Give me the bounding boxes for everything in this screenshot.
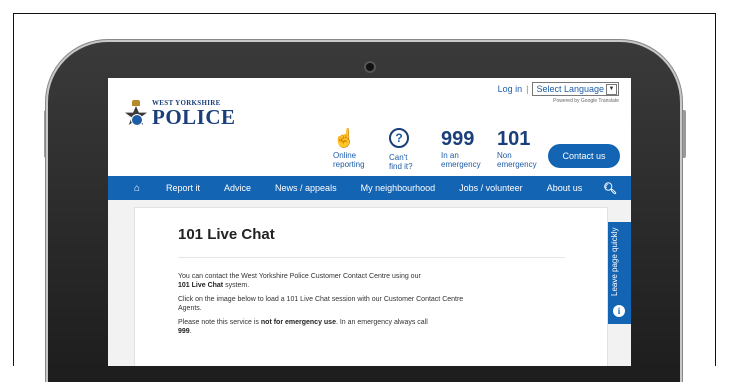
emergency-note-paragraph: Please note this service is not for emer…	[178, 319, 428, 335]
browser-screen: Log in | Select Language ▼ Powered by Go…	[108, 78, 631, 366]
login-link[interactable]: Log in	[498, 84, 523, 94]
nav-item-news-appeals[interactable]: News / appeals	[263, 183, 349, 193]
camera-icon	[366, 63, 374, 71]
intro-paragraph: You can contact the West Yorkshire Polic…	[178, 273, 421, 289]
contact-us-button[interactable]: Contact us	[548, 144, 620, 168]
page-title: 101 Live Chat	[178, 226, 275, 243]
crest-icon	[124, 100, 148, 128]
divider	[178, 257, 565, 258]
nav-item-advice[interactable]: Advice	[212, 183, 263, 193]
nav-item-my-neighbourhood[interactable]: My neighbourhood	[349, 183, 448, 193]
online-reporting-link[interactable]: ☝ Online reporting	[333, 128, 365, 169]
search-icon[interactable]: 🔍︎	[603, 182, 617, 195]
cant-find-it-link[interactable]: ? Can't find it?	[389, 128, 413, 171]
home-icon[interactable]: ⌂	[134, 183, 144, 194]
language-select-value: Select Language	[536, 84, 604, 94]
powered-by-translate: Powered by Google Translate	[553, 98, 619, 104]
main-content: 101 Live Chat You can contact the West Y…	[134, 207, 608, 366]
police-logo[interactable]: WEST YORKSHIRE POLICE	[124, 100, 236, 128]
leave-page-quickly-tab[interactable]: Leave page quickly i	[608, 222, 631, 324]
logo-title: POLICE	[152, 105, 236, 129]
hand-pointer-icon: ☝	[333, 128, 356, 148]
non-emergency-number: 101	[497, 128, 531, 150]
separator: |	[526, 84, 529, 94]
main-nav: ⌂ Report it Advice News / appeals My nei…	[108, 176, 631, 200]
nav-item-jobs-volunteer[interactable]: Jobs / volunteer	[447, 183, 535, 193]
language-select[interactable]: Select Language ▼	[532, 82, 619, 96]
nav-item-about-us[interactable]: About us	[535, 183, 595, 193]
emergency-number: 999	[441, 128, 475, 150]
non-emergency-101-link[interactable]: 101 Non emergency	[497, 128, 537, 169]
instructions-paragraph: Click on the image below to load a 101 L…	[178, 296, 464, 312]
dropdown-arrow-icon: ▼	[606, 84, 617, 95]
nav-item-report-it[interactable]: Report it	[154, 183, 212, 193]
top-links: Log in | Select Language ▼	[498, 82, 619, 96]
leave-page-label: Leave page quickly	[610, 227, 619, 297]
emergency-999-link[interactable]: 999 In an emergency	[441, 128, 481, 169]
question-circle-icon: ?	[389, 128, 409, 148]
info-icon: i	[613, 305, 625, 317]
tablet-button-right	[680, 110, 686, 158]
